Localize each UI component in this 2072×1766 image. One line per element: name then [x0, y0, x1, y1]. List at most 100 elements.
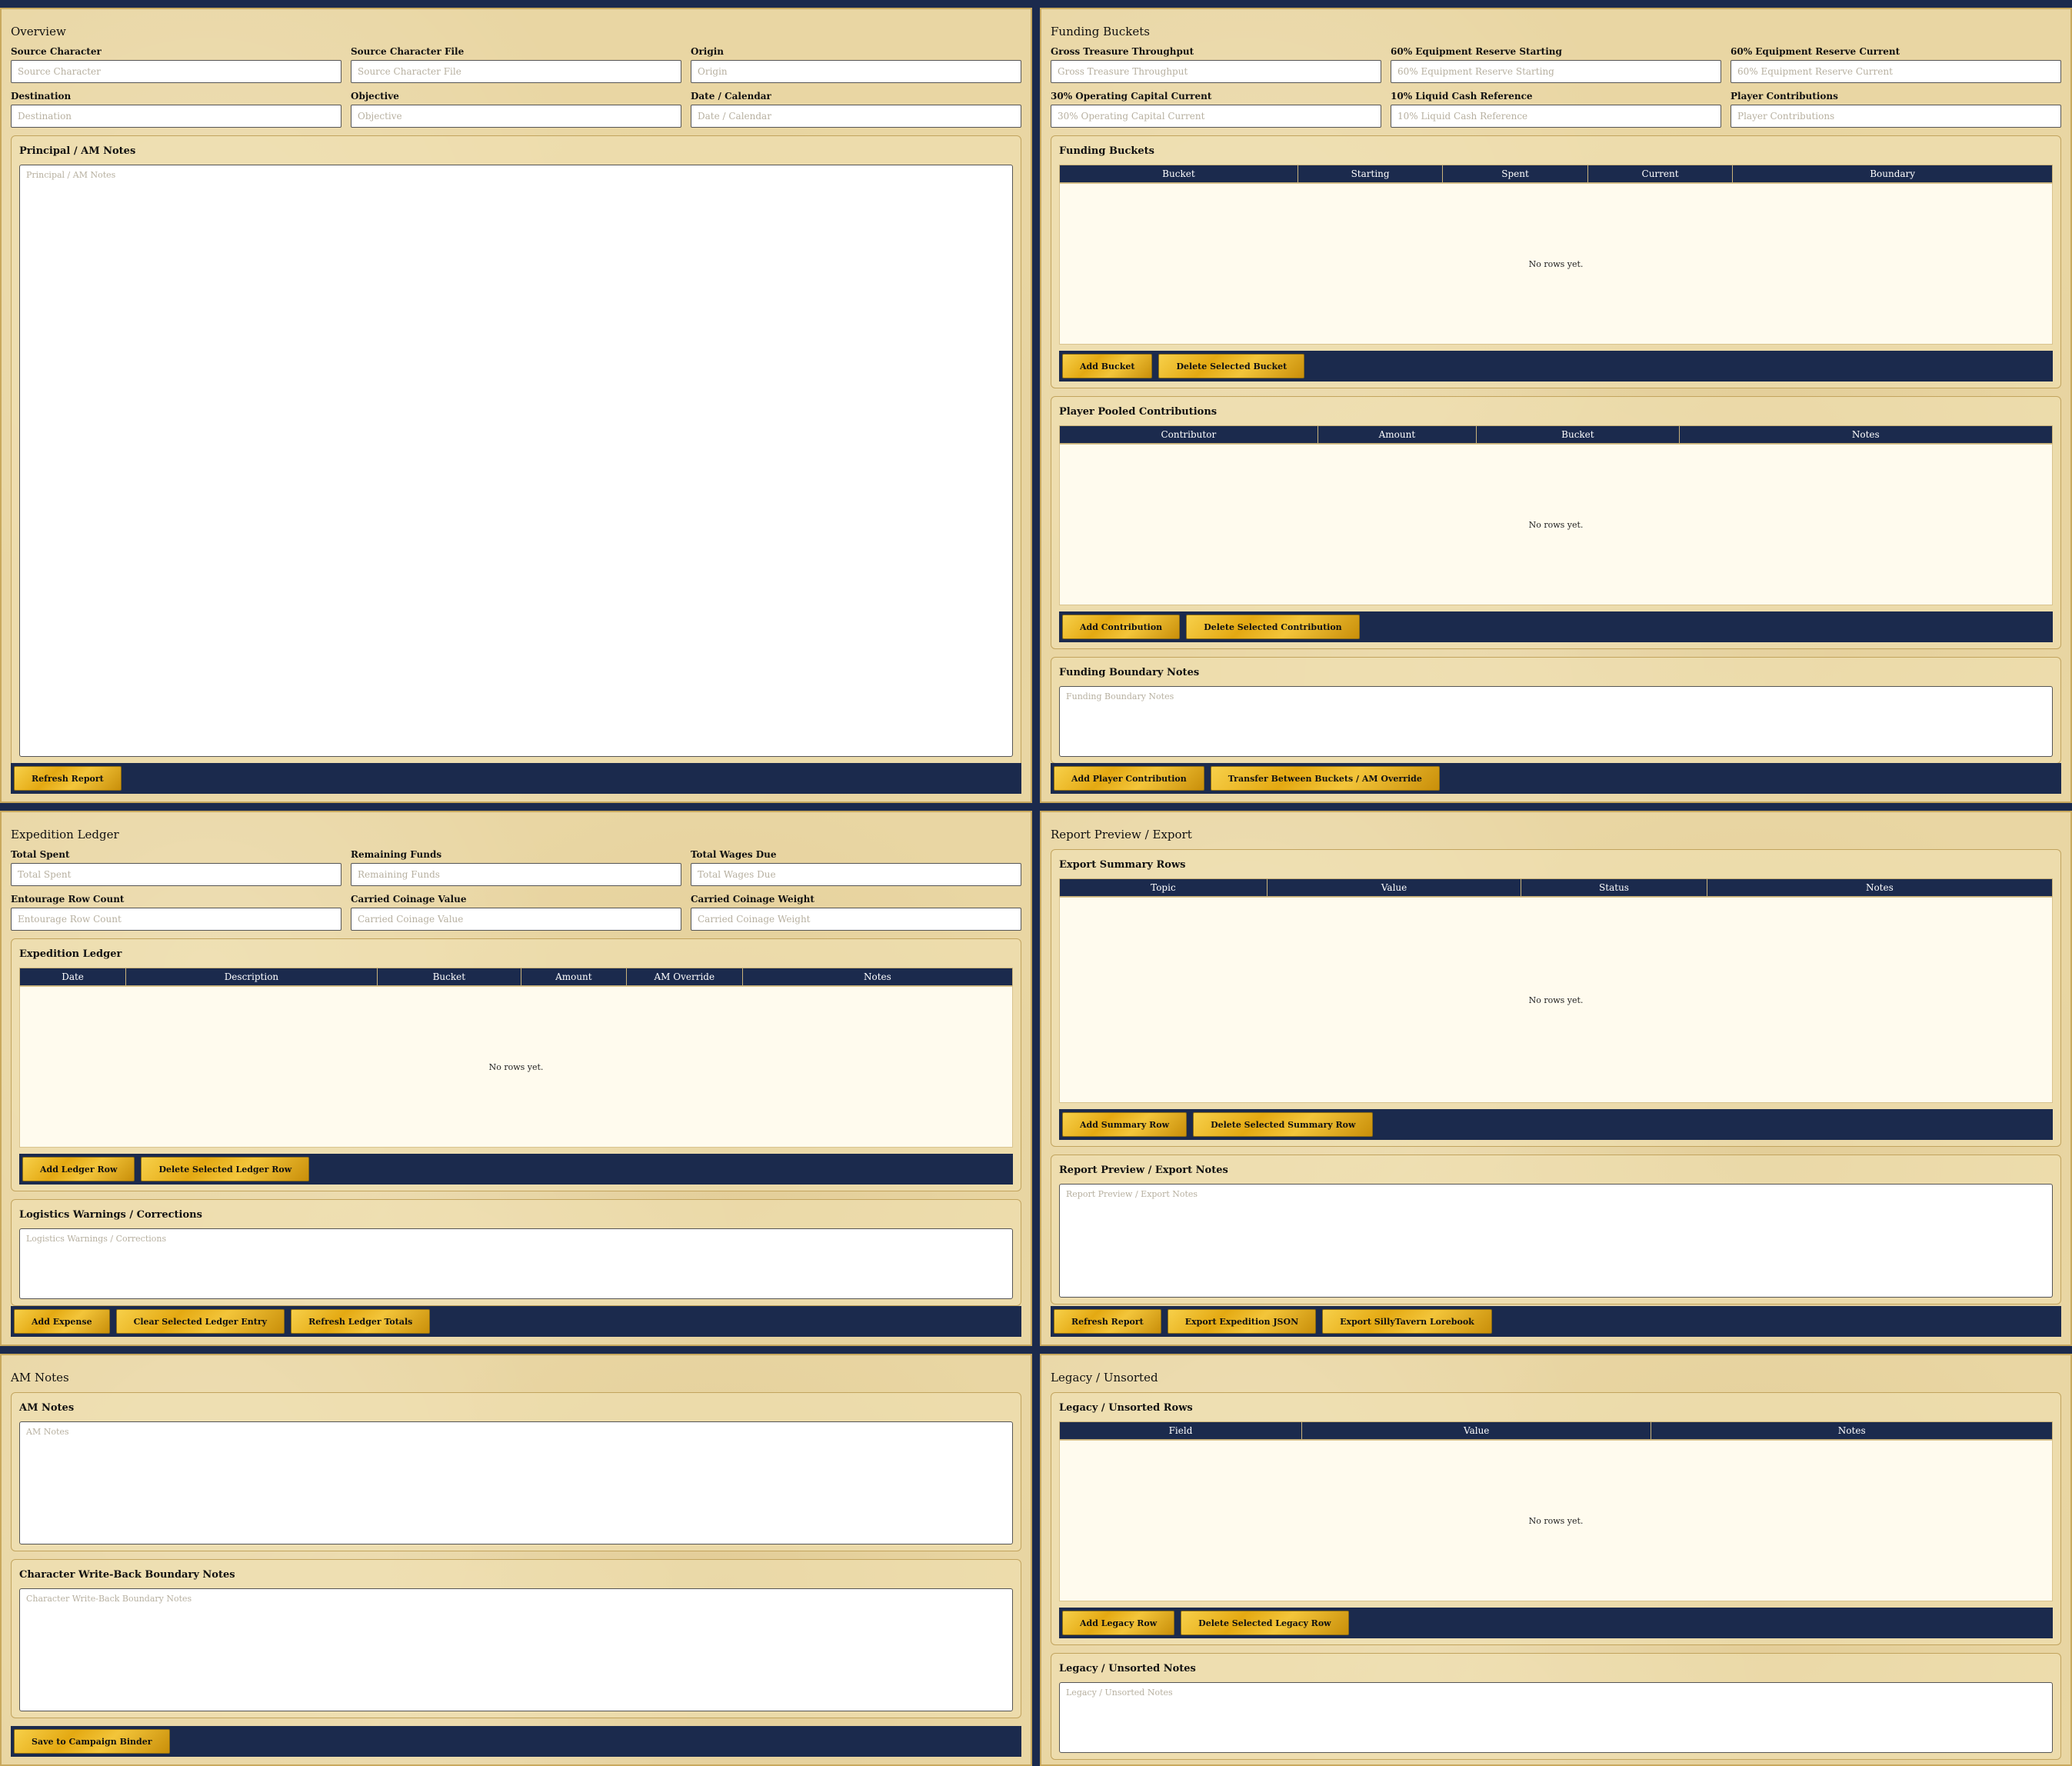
field-label: Total Wages Due — [691, 849, 777, 860]
save-to-binder-button[interactable]: Save to Campaign Binder — [14, 1729, 170, 1754]
coinage-value-input[interactable] — [351, 908, 681, 931]
logistics-warnings-textarea[interactable] — [19, 1228, 1013, 1299]
add-summary-row-button[interactable]: Add Summary Row — [1062, 1112, 1188, 1137]
delete-contribution-button[interactable]: Delete Selected Contribution — [1186, 615, 1360, 639]
field-label: Gross Treasure Throughput — [1051, 46, 1194, 57]
add-player-contribution-button[interactable]: Add Player Contribution — [1054, 766, 1204, 791]
principal-notes-section: Principal / AM Notes — [11, 135, 1021, 768]
section-title: Legacy / Unsorted Rows — [1059, 1402, 1193, 1414]
section-title: Report Preview / Export Notes — [1059, 1165, 1228, 1176]
total-wages-input[interactable] — [691, 863, 1021, 886]
column-header[interactable]: Bucket — [1476, 425, 1680, 444]
expedition-ledger-button-bar: Add Ledger Row Delete Selected Ledger Ro… — [19, 1154, 1013, 1185]
export-summary-body: No rows yet. — [1059, 897, 2053, 1103]
total-spent-input[interactable] — [11, 863, 341, 886]
funding-buckets-body: No rows yet. — [1059, 183, 2053, 345]
empty-state: No rows yet. — [1528, 995, 1584, 1005]
column-header[interactable]: Notes — [741, 968, 1014, 986]
section-title: Funding Boundary Notes — [1059, 667, 1200, 678]
date-calendar-input[interactable] — [691, 105, 1021, 128]
am-notes-textarea[interactable] — [19, 1421, 1013, 1544]
source-character-input[interactable] — [11, 60, 341, 83]
origin-input[interactable] — [691, 60, 1021, 83]
delete-summary-row-button[interactable]: Delete Selected Summary Row — [1193, 1112, 1374, 1137]
empty-state: No rows yet. — [1528, 258, 1584, 269]
add-contribution-button[interactable]: Add Contribution — [1062, 615, 1181, 639]
operating-capital-input[interactable] — [1051, 105, 1381, 128]
coinage-weight-input[interactable] — [691, 908, 1021, 931]
entourage-count-input[interactable] — [11, 908, 341, 931]
add-ledger-row-button[interactable]: Add Ledger Row — [22, 1157, 135, 1181]
field-equipment-starting: 60% Equipment Reserve Starting — [1391, 46, 1721, 83]
funding-buckets-table: Bucket Starting Spent Current Boundary — [1059, 165, 2053, 183]
export-lorebook-button[interactable]: Export SillyTavern Lorebook — [1322, 1309, 1492, 1334]
remaining-funds-input[interactable] — [351, 863, 681, 886]
overview-button-bar: Refresh Report — [11, 763, 1021, 794]
column-header[interactable]: Value — [1266, 878, 1522, 897]
objective-input[interactable] — [351, 105, 681, 128]
column-header[interactable]: Contributor — [1059, 425, 1318, 444]
column-header[interactable]: Notes — [1678, 425, 2054, 444]
add-bucket-button[interactable]: Add Bucket — [1062, 354, 1153, 378]
add-legacy-row-button[interactable]: Add Legacy Row — [1062, 1611, 1175, 1635]
column-header[interactable]: Spent — [1442, 165, 1588, 183]
panel-title: Expedition Ledger — [11, 828, 119, 841]
column-header[interactable]: Current — [1587, 165, 1734, 183]
column-header[interactable]: Starting — [1297, 165, 1444, 183]
column-header[interactable]: AM Override — [625, 968, 743, 986]
panel-title: AM Notes — [11, 1371, 69, 1384]
delete-bucket-button[interactable]: Delete Selected Bucket — [1158, 354, 1305, 378]
refresh-report-button[interactable]: Refresh Report — [1054, 1309, 1161, 1334]
gross-treasure-input[interactable] — [1051, 60, 1381, 83]
field-origin: Origin — [691, 46, 1021, 83]
expedition-ledger-table: Date Description Bucket Amount AM Overri… — [18, 968, 1014, 986]
column-header[interactable]: Notes — [1651, 1421, 2053, 1440]
column-header[interactable]: Status — [1521, 878, 1707, 897]
column-header[interactable]: Bucket — [1059, 165, 1298, 183]
column-header[interactable]: Field — [1059, 1421, 1302, 1440]
field-label: Destination — [11, 91, 72, 102]
legacy-rows-table: Field Value Notes — [1059, 1421, 2053, 1440]
source-character-file-input[interactable] — [351, 60, 681, 83]
field-source-character-file: Source Character File — [351, 46, 681, 83]
column-header[interactable]: Topic — [1059, 878, 1268, 897]
report-notes-textarea[interactable] — [1059, 1184, 2053, 1298]
field-objective: Objective — [351, 91, 681, 128]
column-header[interactable]: Bucket — [376, 968, 521, 986]
equipment-current-input[interactable] — [1731, 60, 2061, 83]
column-header[interactable]: Description — [125, 968, 378, 986]
column-header[interactable]: Value — [1301, 1421, 1652, 1440]
clear-ledger-entry-button[interactable]: Clear Selected Ledger Entry — [115, 1309, 285, 1334]
field-label: Source Character — [11, 46, 102, 57]
column-header[interactable]: Date — [18, 968, 127, 986]
field-operating-capital: 30% Operating Capital Current — [1051, 91, 1381, 128]
equipment-starting-input[interactable] — [1391, 60, 1721, 83]
section-title: Legacy / Unsorted Notes — [1059, 1663, 1196, 1674]
field-label: 60% Equipment Reserve Current — [1731, 46, 1900, 57]
refresh-report-button[interactable]: Refresh Report — [14, 766, 122, 791]
legacy-notes-textarea[interactable] — [1059, 1682, 2053, 1753]
principal-notes-textarea[interactable] — [19, 165, 1013, 757]
player-contributions-input[interactable] — [1731, 105, 2061, 128]
column-header[interactable]: Amount — [520, 968, 627, 986]
transfer-between-buckets-button[interactable]: Transfer Between Buckets / AM Override — [1210, 766, 1440, 791]
column-header[interactable]: Notes — [1706, 878, 2054, 897]
writeback-notes-textarea[interactable] — [19, 1588, 1013, 1711]
ledger-fields: Total Spent Remaining Funds Total Wages … — [11, 849, 1021, 931]
delete-ledger-row-button[interactable]: Delete Selected Ledger Row — [141, 1157, 310, 1181]
field-source-character: Source Character — [11, 46, 341, 83]
field-label: Player Contributions — [1731, 91, 1838, 102]
add-expense-button[interactable]: Add Expense — [14, 1309, 110, 1334]
panel-title: Report Preview / Export — [1051, 828, 1192, 841]
refresh-ledger-totals-button[interactable]: Refresh Ledger Totals — [291, 1309, 431, 1334]
export-json-button[interactable]: Export Expedition JSON — [1167, 1309, 1317, 1334]
destination-input[interactable] — [11, 105, 341, 128]
column-header[interactable]: Boundary — [1732, 165, 2053, 183]
field-label: Entourage Row Count — [11, 894, 125, 905]
field-label: Date / Calendar — [691, 91, 771, 102]
funding-boundary-textarea[interactable] — [1059, 686, 2053, 757]
funding-buckets-button-bar: Add Bucket Delete Selected Bucket — [1059, 351, 2053, 382]
column-header[interactable]: Amount — [1317, 425, 1477, 444]
liquid-cash-input[interactable] — [1391, 105, 1721, 128]
delete-legacy-row-button[interactable]: Delete Selected Legacy Row — [1181, 1611, 1349, 1635]
